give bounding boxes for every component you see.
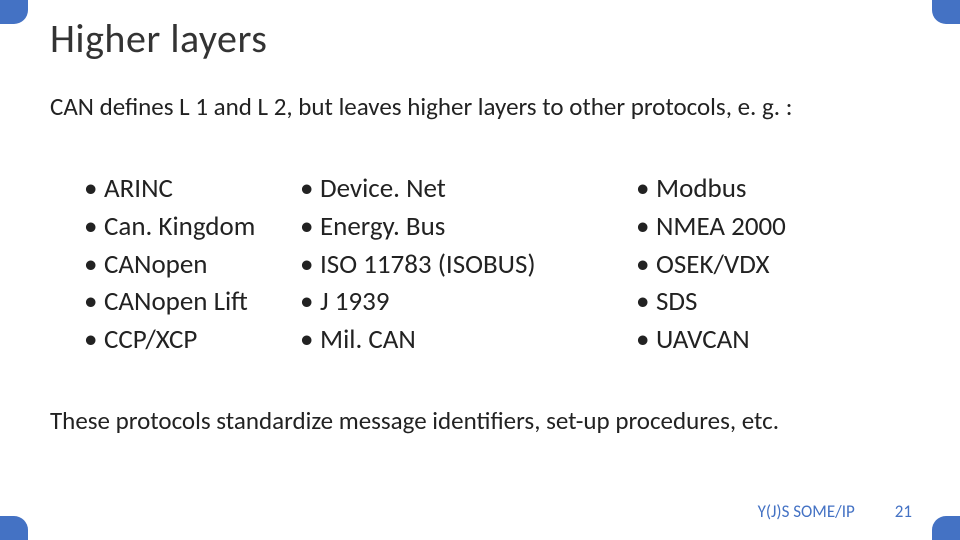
page-number: 21 [895, 501, 912, 522]
outro-text: These protocols standardize message iden… [50, 405, 910, 436]
list-item: NMEA 2000 [636, 208, 786, 246]
slide-body: Higher layers CAN defines L 1 and L 2, b… [0, 0, 960, 436]
footer-source: Y(J)S SOME/IP [758, 501, 855, 522]
slide-title: Higher layers [50, 14, 910, 63]
list-item: Device. Net [300, 170, 630, 208]
corner-decoration-tr [932, 0, 960, 24]
list-item: CANopen [84, 246, 294, 284]
list-item: J 1939 [300, 283, 630, 321]
corner-decoration-br [932, 516, 960, 540]
list-item: ISO 11783 (ISOBUS) [300, 246, 630, 284]
list-item: CANopen Lift [84, 283, 294, 321]
list-item: OSEK/VDX [636, 246, 786, 284]
list-item: Mil. CAN [300, 321, 630, 359]
protocol-columns: ARINC Can. Kingdom CANopen CANopen Lift … [50, 170, 910, 359]
list-item: SDS [636, 283, 786, 321]
list-item: Modbus [636, 170, 786, 208]
list-item: Energy. Bus [300, 208, 630, 246]
slide-footer: Y(J)S SOME/IP 21 [758, 501, 912, 522]
list-item: CCP/XCP [84, 321, 294, 359]
protocol-column-3: Modbus NMEA 2000 OSEK/VDX SDS UAVCAN [636, 170, 786, 359]
list-item: UAVCAN [636, 321, 786, 359]
list-item: ARINC [84, 170, 294, 208]
protocol-column-1: ARINC Can. Kingdom CANopen CANopen Lift … [84, 170, 294, 359]
corner-decoration-bl [0, 516, 28, 540]
list-item: Can. Kingdom [84, 208, 294, 246]
intro-text: CAN defines L 1 and L 2, but leaves high… [50, 91, 910, 122]
protocol-column-2: Device. Net Energy. Bus ISO 11783 (ISOBU… [300, 170, 630, 359]
